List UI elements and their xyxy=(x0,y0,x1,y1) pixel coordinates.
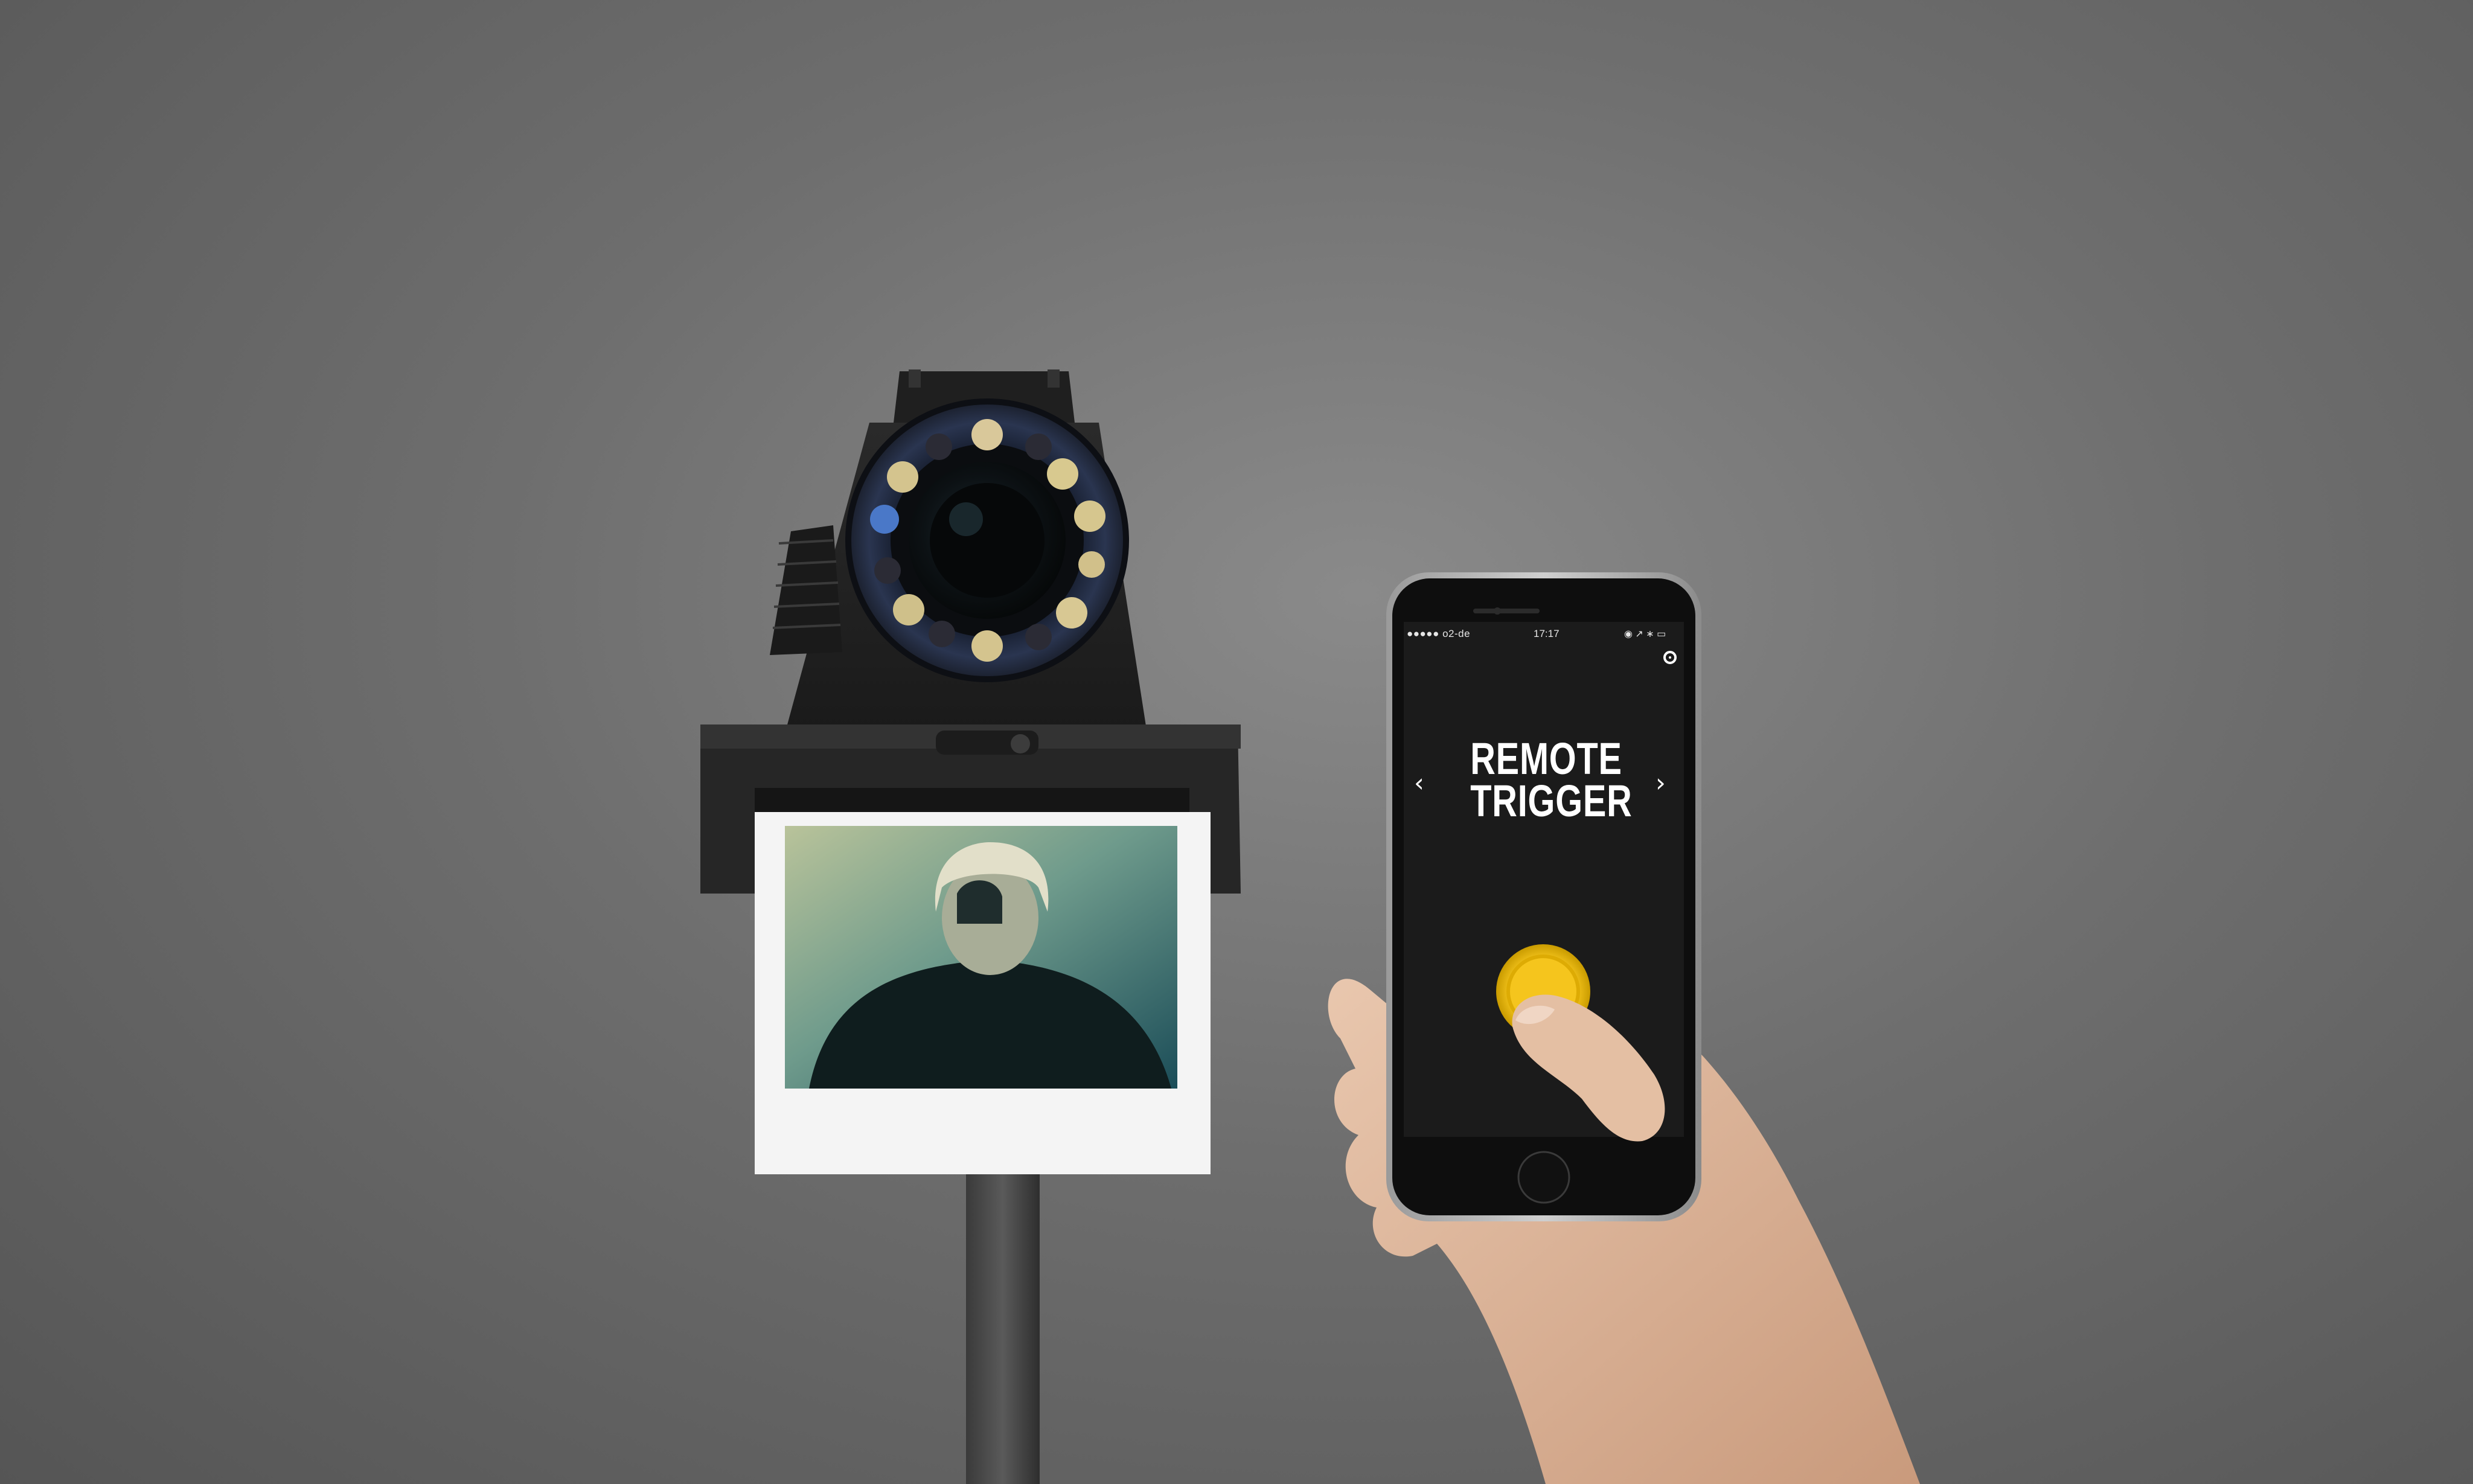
photo-scene: ●●●●● o2-de 17:17 ◉ ↗ ∗ ▭ REMOTE TRIGGER… xyxy=(0,0,2473,1484)
carrier-status: ●●●●● o2-de xyxy=(1407,628,1471,639)
title-line-1: REMOTE xyxy=(1470,734,1622,784)
settings-icon[interactable] xyxy=(1663,651,1677,664)
remote-trigger-title: REMOTE TRIGGER xyxy=(1470,734,1633,826)
status-time: 17:17 xyxy=(1534,628,1560,639)
home-button xyxy=(1517,1151,1570,1204)
chevron-right-icon[interactable]: › xyxy=(1656,770,1666,796)
tripod-pole xyxy=(966,1165,1040,1484)
camera-dial xyxy=(770,525,842,655)
status-icons: ◉ ↗ ∗ ▭ xyxy=(1624,629,1666,639)
title-line-2: TRIGGER xyxy=(1470,776,1633,826)
chevron-left-icon[interactable]: ‹ xyxy=(1414,770,1424,796)
scene-illustration xyxy=(700,369,1920,1484)
